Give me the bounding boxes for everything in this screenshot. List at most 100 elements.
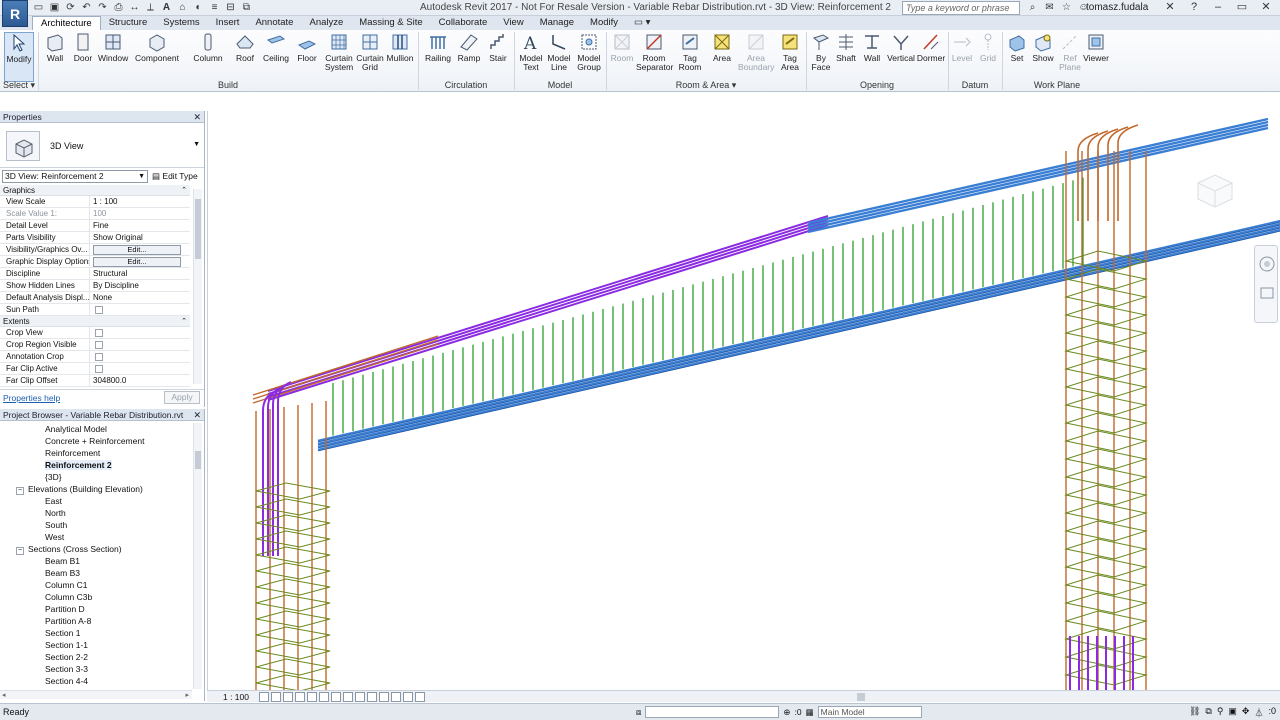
area-boundary-button[interactable]: Area Boundary [738,32,774,82]
type-selector[interactable]: 3D View ▼ [0,123,204,168]
browser-item[interactable]: Reinforcement 2 [0,459,192,471]
text-icon[interactable]: A [160,1,173,14]
lock-view-icon[interactable] [343,692,353,702]
browser-item[interactable]: East [0,495,192,507]
property-row[interactable]: Far Clip Active [0,363,190,375]
view-scale-button[interactable]: 1 : 100 [223,691,249,703]
tab-collaborate[interactable]: Collaborate [431,16,496,30]
property-row[interactable]: View Scale 1 : 100 [0,196,190,208]
panel-label-room-area[interactable]: Room & Area ▾ [606,80,806,91]
select-underlay-icon[interactable]: ⧉ [1205,706,1211,719]
property-group-graphics[interactable]: Graphics ⌃ [0,185,190,196]
modify-button[interactable]: Modify [4,32,34,82]
vertical-button[interactable]: Vertical [884,32,918,82]
property-value[interactable]: Structural [90,268,190,279]
property-value[interactable]: Edit... [90,256,190,267]
3d-view-icon[interactable]: ⌂ [176,1,189,14]
select-by-face-icon[interactable]: ▣ [1228,706,1237,719]
help-icon[interactable]: ? [1182,0,1206,15]
property-row[interactable]: Crop Region Visible [0,339,190,351]
property-value[interactable]: Fine [90,220,190,231]
browser-item[interactable]: Section 4-4 [0,675,192,687]
show-button[interactable]: Show [1030,32,1056,82]
property-value[interactable]: Show Original [90,232,190,243]
browser-item[interactable]: − Sections (Cross Section) [0,543,192,555]
by-face-button[interactable]: By Face [808,32,834,82]
property-row[interactable]: Parts Visibility Show Original [0,232,190,244]
property-value[interactable]: 100 [90,208,190,219]
editing-requests-icon[interactable]: ⊕ [783,707,790,718]
collapse-icon[interactable]: − [16,487,24,495]
select-links-icon[interactable]: ⛓ [1189,706,1200,719]
exchange-apps-icon[interactable]: ✕ [1158,0,1182,15]
property-row[interactable]: Crop View [0,327,190,339]
property-value[interactable] [90,327,190,338]
visual-style-icon[interactable] [271,692,281,702]
worksets-icon[interactable]: ⧈ [636,707,641,718]
stair-button[interactable]: Stair [486,32,510,82]
redo-icon[interactable]: ↷ [96,1,109,14]
property-value[interactable] [90,304,190,315]
property-value[interactable]: Edit... [90,244,190,255]
tab-view[interactable]: View [495,16,531,30]
model-line-button[interactable]: Model Line [546,32,572,82]
property-row[interactable]: Visibility/Graphics Ov... Edit... [0,244,190,256]
property-row[interactable]: Sun Path [0,304,190,316]
property-checkbox[interactable] [95,329,103,337]
tag-room-button[interactable]: Tag Room [676,32,704,82]
tab-insert[interactable]: Insert [208,16,248,30]
browser-item[interactable]: Concrete + Reinforcement [0,435,192,447]
edit-button[interactable]: Edit... [93,257,181,267]
browser-item[interactable]: − Elevations (Building Elevation) [0,483,192,495]
rebar-model-drawing[interactable] [208,111,1280,690]
opening-wall-button[interactable]: Wall [860,32,884,82]
worksharing-display-icon[interactable] [415,692,425,702]
crop-view-icon[interactable] [319,692,329,702]
design-option-dropdown[interactable]: Main Model [817,706,922,718]
analytical-model-icon[interactable] [379,692,389,702]
shaft-button[interactable]: Shaft [834,32,858,82]
design-options-icon[interactable]: ▦ [806,707,814,718]
render-icon[interactable] [307,692,317,702]
browser-item[interactable]: {3D} [0,471,192,483]
property-row[interactable]: Annotation Crop [0,351,190,363]
maximize-icon[interactable]: ▭ [1230,0,1254,15]
apply-button[interactable]: Apply [164,391,200,404]
grid-button[interactable]: Grid [976,32,1000,82]
browser-item[interactable]: North [0,507,192,519]
browser-item[interactable]: West [0,531,192,543]
browser-item[interactable]: Section 1 [0,627,192,639]
property-row[interactable]: Show Hidden Lines By Discipline [0,280,190,292]
subscription-icon[interactable]: ✉ [1043,1,1056,14]
close-icon[interactable]: ✕ [193,111,201,123]
tab-manage[interactable]: Manage [532,16,582,30]
user-name[interactable]: tomasz.fudala [1086,2,1148,13]
property-group-extents[interactable]: Extents ⌃ [0,316,190,327]
model-text-button[interactable]: A Model Text [518,32,544,82]
properties-help-link[interactable]: Properties help [3,393,60,403]
dimension-icon[interactable]: ⟂ [144,1,157,14]
browser-item[interactable]: Beam B3 [0,567,192,579]
select-pinned-icon[interactable]: ⚲ [1217,706,1224,719]
viewport-horizontal-scroll-thumb[interactable] [857,693,865,701]
tab-annotate[interactable]: Annotate [247,16,301,30]
search-icon[interactable]: ⌕ [1026,1,1039,14]
thin-lines-icon[interactable]: ≡ [208,1,221,14]
property-value[interactable] [90,363,190,374]
tab-analyze[interactable]: Analyze [301,16,351,30]
browser-item[interactable]: Section 2-2 [0,651,192,663]
property-row[interactable]: Discipline Structural [0,268,190,280]
ref-plane-button[interactable]: Ref Plane [1058,32,1082,82]
browser-item[interactable]: Column C3b [0,591,192,603]
edit-type-button[interactable]: ▤ Edit Type [152,170,198,183]
curtain-grid-button[interactable]: Curtain Grid [356,32,384,82]
model-group-button[interactable]: Model Group [574,32,604,82]
browser-item[interactable]: Partition D [0,603,192,615]
property-checkbox[interactable] [95,353,103,361]
wall-button[interactable]: Wall [42,32,68,82]
detail-level-icon[interactable] [259,692,269,702]
application-menu-button[interactable]: R [2,0,28,27]
property-row[interactable]: Default Analysis Displ... None [0,292,190,304]
panel-label-select[interactable]: Select ▾ [0,80,38,91]
curtain-system-button[interactable]: Curtain System [324,32,354,82]
